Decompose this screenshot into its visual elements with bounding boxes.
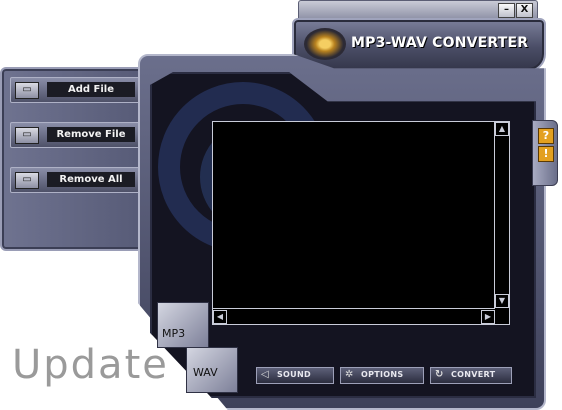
scroll-down-icon[interactable]: ▼ — [495, 294, 509, 308]
title-bar[interactable]: – X — [298, 0, 538, 19]
title-plate: MP3-WAV CONVERTER — [292, 18, 546, 72]
remove-all-label: Remove All — [47, 172, 135, 187]
folder-remove-icon: ▭ — [15, 127, 39, 144]
remove-file-button[interactable]: ▭ Remove File — [10, 122, 140, 148]
options-button[interactable]: ✲ OPTIONS — [340, 367, 424, 384]
logo-icon — [304, 28, 346, 60]
sound-label: SOUND — [277, 370, 311, 379]
close-button[interactable]: X — [516, 3, 533, 18]
remove-all-button[interactable]: ▭ Remove All — [10, 167, 140, 193]
scroll-right-icon[interactable]: ▶ — [481, 310, 495, 324]
help-button[interactable]: ? — [538, 128, 554, 144]
scroll-up-icon[interactable]: ▲ — [495, 122, 509, 136]
wav-tab[interactable]: WAV — [186, 347, 238, 393]
horizontal-scrollbar[interactable]: ◀ ▶ — [213, 308, 495, 324]
folder-add-icon: ▭ — [15, 82, 39, 99]
app-title: MP3-WAV CONVERTER — [351, 35, 529, 51]
convert-label: CONVERT — [451, 370, 496, 379]
gear-icon: ✲ — [345, 369, 354, 380]
add-file-button[interactable]: ▭ Add File — [10, 77, 140, 103]
mp3-tab-label: MP3 — [162, 327, 186, 340]
info-button[interactable]: ! — [538, 146, 554, 162]
update-watermark: Update — [12, 342, 169, 388]
convert-button[interactable]: ↻ CONVERT — [430, 367, 512, 384]
file-panel: ▭ Add File ▭ Remove File ▭ Remove All — [0, 67, 150, 251]
add-file-label: Add File — [47, 82, 135, 97]
remove-file-label: Remove File — [47, 127, 135, 142]
speaker-icon: ◁ — [261, 369, 269, 380]
refresh-icon: ↻ — [435, 369, 444, 380]
minimize-button[interactable]: – — [498, 3, 515, 18]
file-list[interactable]: ▲ ▼ ◀ ▶ — [212, 121, 510, 325]
folder-clear-icon: ▭ — [15, 172, 39, 189]
sound-button[interactable]: ◁ SOUND — [256, 367, 334, 384]
options-label: OPTIONS — [361, 370, 404, 379]
scroll-left-icon[interactable]: ◀ — [213, 310, 227, 324]
vertical-scrollbar[interactable]: ▲ ▼ — [494, 122, 509, 308]
wav-tab-label: WAV — [193, 366, 218, 379]
